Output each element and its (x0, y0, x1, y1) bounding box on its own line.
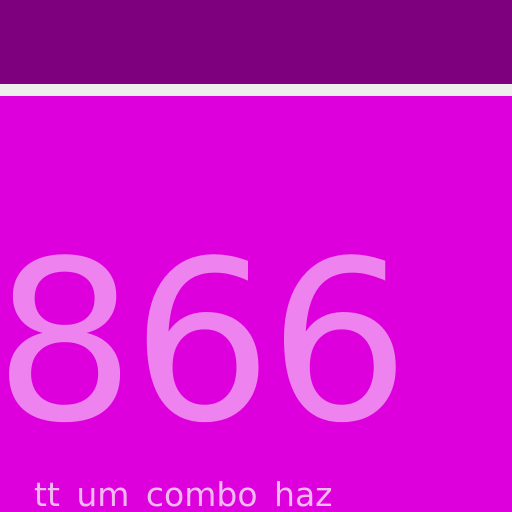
app-screen: 866 tt um combo haz (0, 0, 512, 512)
counter-caption: tt um combo haz (34, 475, 333, 512)
counter-value: 866 (0, 214, 410, 472)
top-bar (0, 0, 512, 84)
header-divider (0, 84, 512, 96)
